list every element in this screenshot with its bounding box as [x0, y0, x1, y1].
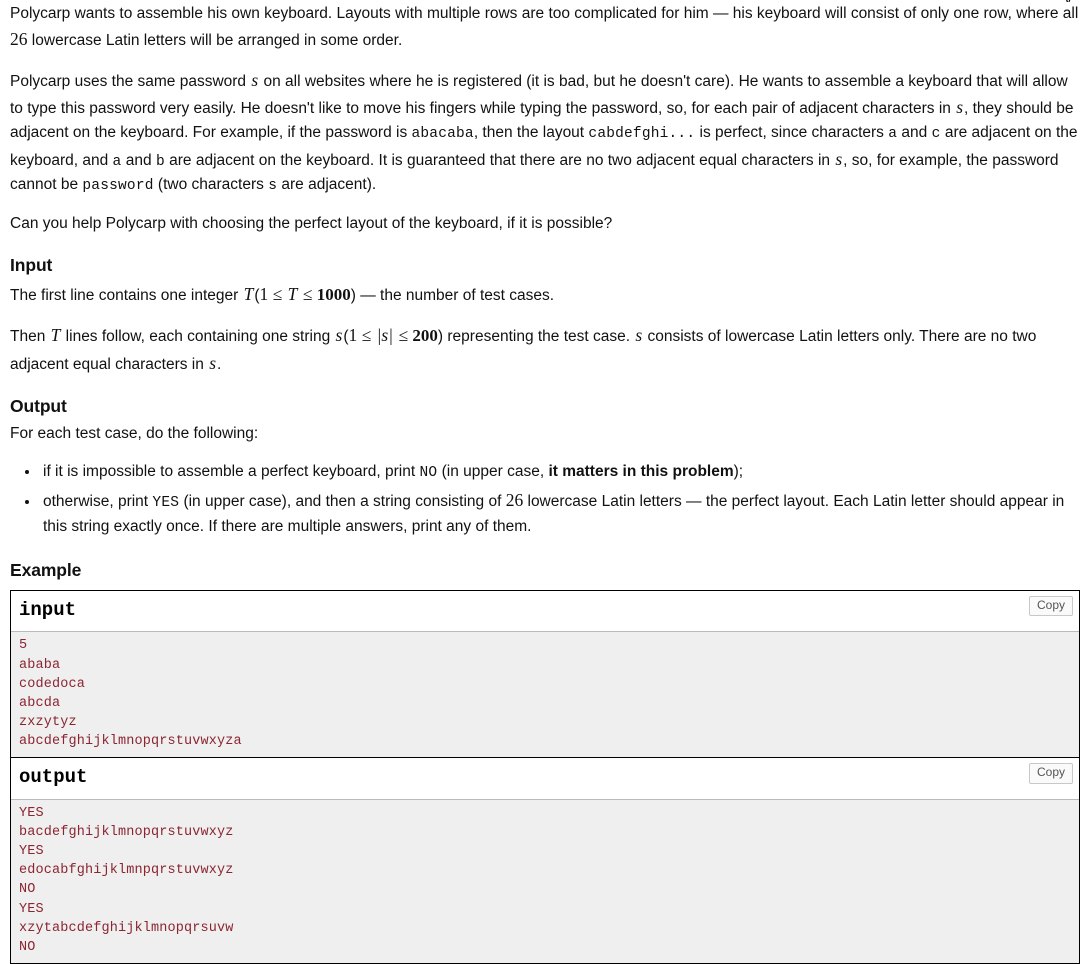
bullet2-part-a: otherwise, print	[43, 493, 153, 511]
bullet2-part-b: (in upper case), and then a string consi…	[179, 493, 506, 511]
input-line2-limit-200: 200	[412, 326, 438, 346]
abs-s-notation: |s|	[376, 325, 394, 346]
input-line-1: The first line contains one integer T(1 …	[10, 281, 1080, 308]
bullet2-number-26: 26	[505, 490, 524, 511]
sample-tests-container: input Copy 5 ababa codedoca abcda zxzyty…	[10, 589, 1080, 964]
variable-s-3: s	[835, 148, 843, 169]
variable-T-3: T	[50, 325, 61, 346]
input-line1-math-1: 1 ≤	[259, 283, 287, 304]
statement-paragraph-3: Can you help Polycarp with choosing the …	[10, 214, 613, 232]
sample-input-box: input Copy 5 ababa codedoca abcda zxzyty…	[10, 589, 1080, 758]
input-line1-part-a: The first line contains one integer	[10, 286, 243, 304]
statement-p2-part-e: is perfect, since characters	[695, 124, 889, 142]
clipped-text-fragment: y	[1064, 0, 1072, 2]
variable-s-1: s	[251, 70, 259, 91]
statement-p2-part-k: (two characters	[153, 176, 269, 194]
input-line2-part-a: Then	[10, 328, 50, 346]
statement-p2-part-f: and	[897, 124, 932, 142]
code-abacaba: abacaba	[411, 126, 474, 143]
sample-output-title-bar: output Copy	[11, 758, 1079, 800]
bullet1-emphasis: it matters in this problem	[548, 462, 734, 480]
variable-T-2: T	[287, 283, 298, 304]
variable-s-2: s	[956, 97, 964, 118]
code-letter-b: b	[155, 153, 165, 170]
statement-p2-part-h: and	[121, 151, 156, 169]
input-line1-math-2: ≤	[298, 283, 317, 304]
statement-p1-part-b: lowercase Latin letters will be arranged…	[27, 32, 403, 50]
sample-input-label: input	[19, 598, 77, 621]
copy-input-button[interactable]: Copy	[1028, 595, 1073, 617]
code-YES: YES	[152, 495, 180, 512]
input-line1-limit-1000: 1000	[316, 284, 351, 304]
statement-p1-number: 26	[10, 29, 28, 50]
bullet1-part-a: if it is impossible to assemble a perfec…	[43, 462, 420, 480]
input-line2-part-e: .	[217, 355, 222, 373]
input-section-heading: Input	[10, 254, 53, 275]
statement-p2-part-a: Polycarp uses the same password	[10, 73, 251, 91]
statement-p2-part-d: , then the layout	[473, 124, 589, 142]
sample-output-box: output Copy YES bacdefghijklmnopqrstuvwx…	[10, 757, 1080, 964]
input-line2-part-b: lines follow, each containing one string	[61, 328, 335, 346]
output-section-heading: Output	[10, 395, 67, 416]
input-line2-math-2: ≤	[394, 325, 413, 346]
variable-s-6: s	[209, 352, 216, 373]
code-NO: NO	[419, 464, 438, 481]
sample-input-content[interactable]: 5 ababa codedoca abcda zxzytyz abcdefghi…	[11, 632, 1079, 758]
input-line-2: Then T lines follow, each containing one…	[10, 322, 1080, 376]
sample-input-title-bar: input Copy	[11, 590, 1079, 633]
code-cabdefghi: cabdefghi...	[588, 126, 696, 143]
sample-output-label: output	[19, 766, 88, 789]
output-requirements-list: if it is impossible to assemble a perfec…	[10, 460, 1080, 539]
code-password: password	[82, 178, 154, 195]
input-line2-math-1: 1 ≤	[348, 325, 376, 346]
sample-output-content[interactable]: YES bacdefghijklmnopqrstuvwxyz YES edoca…	[11, 799, 1079, 964]
variable-T-1: T	[243, 283, 254, 304]
example-section-heading: Example	[10, 559, 82, 580]
input-line2-part-c: representing the test case.	[443, 328, 635, 346]
copy-output-button[interactable]: Copy	[1028, 763, 1073, 784]
bullet1-part-c: );	[733, 462, 744, 480]
list-item: otherwise, print YES (in upper case), an…	[40, 487, 1080, 538]
statement-p1-part-a: Polycarp wants to assemble his own keybo…	[10, 5, 1079, 22]
bullet1-part-b: (in upper case,	[437, 462, 549, 480]
variable-s-5: s	[635, 325, 643, 346]
statement-p2-part-l: are adjacent).	[277, 176, 377, 194]
code-letter-a-1: a	[888, 126, 898, 143]
list-item: if it is impossible to assemble a perfec…	[40, 460, 1080, 484]
code-letter-c: c	[931, 126, 941, 143]
statement-paragraph-2: Polycarp uses the same password s on all…	[10, 67, 1080, 198]
code-letter-s: s	[268, 178, 278, 195]
statement-p2-part-i: are adjacent on the keyboard. It is guar…	[164, 151, 835, 169]
statement-paragraph-1: Polycarp wants to assemble his own keybo…	[10, 2, 1080, 53]
output-intro-text: For each test case, do the following:	[10, 424, 259, 442]
input-line1-part-b: — the number of test cases.	[355, 286, 555, 304]
problem-statement-page: y Polycarp wants to assemble his own key…	[0, 0, 1090, 964]
